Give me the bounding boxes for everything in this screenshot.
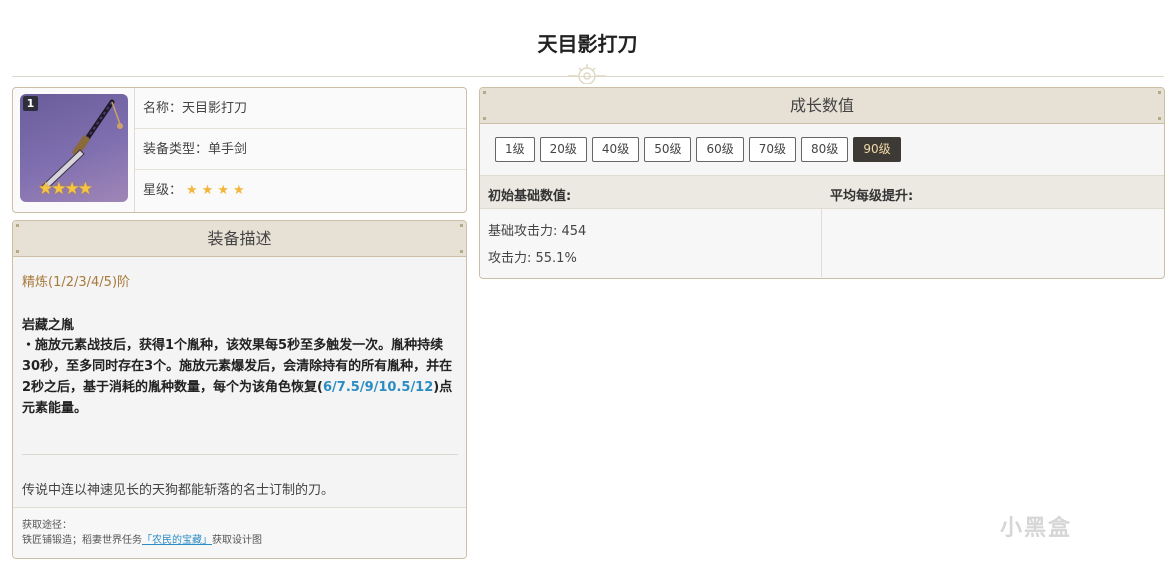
title-ornament-icon (568, 64, 606, 84)
level-tab-60[interactable]: 60级 (696, 137, 744, 162)
description-panel: 装备描述 精炼(1/2/3/4/5)阶 岩藏之胤 ・施放元素战技后，获得1个胤种… (12, 220, 467, 559)
weapon-type-row: 装备类型：单手剑 (135, 129, 466, 170)
stat-table-header: 初始基础数值: 平均每级提升: (480, 176, 1164, 209)
weapon-portrait: 1 ★★★★ (20, 94, 128, 202)
info-rows: 名称：天目影打刀 装备类型：单手剑 星级： ★★★★ (134, 88, 466, 212)
passive-values: 6/7.5/9/10.5/12 (323, 380, 434, 395)
weapon-lore: 传说中连以神速见长的天狗都能斩落的名士订制的刀。 (22, 483, 335, 498)
avg-growth-heading: 平均每级提升: (830, 189, 914, 204)
level-tab-20[interactable]: 20级 (539, 137, 587, 162)
base-attack-stat: 基础攻击力: 454 (488, 224, 587, 239)
rarity-label: 星级： (143, 183, 183, 198)
acquisition-label: 获取途径： (22, 520, 72, 531)
growth-stats-panel: 成长数值 1级 20级 40级 50级 60级 70级 80级 90级 初始基础数值: 平均每… (479, 87, 1165, 279)
weapon-name-row: 名称：天目影打刀 (135, 88, 466, 129)
weapon-rarity-row: 星级： ★★★★ (135, 170, 466, 211)
acquisition-box: 获取途径： 铁匠铺锻造；稻妻世界任务「农民的宝藏」获取设计图 (13, 507, 466, 558)
acquisition-suffix: 获取设计图 (212, 535, 262, 546)
base-stats-heading: 初始基础数值: (488, 189, 572, 204)
description-title: 装备描述 (207, 229, 272, 248)
column-divider (821, 209, 822, 277)
growth-title: 成长数值 (789, 96, 854, 115)
growth-header: 成长数值 (480, 88, 1164, 124)
quest-link[interactable]: 「农民的宝藏」 (142, 535, 212, 546)
rarity-stars: ★★★★ (186, 183, 249, 198)
level-tab-70[interactable]: 70级 (748, 137, 797, 162)
passive-name: 岩藏之胤 (22, 318, 75, 333)
level-tab-40[interactable]: 40级 (591, 137, 640, 162)
watermark: 小黑盒 (1000, 516, 1073, 541)
secondary-stat: 攻击力: 55.1% (488, 251, 577, 266)
description-divider (22, 454, 458, 455)
passive-description: ・施放元素战技后，获得1个胤种，该效果每5秒至多触发一次。胤种持续30秒，至多同… (13, 333, 466, 419)
stat-table-body: 基础攻击力: 454 攻击力: 55.1% (480, 209, 1164, 277)
acquisition-method: 铁匠铺锻造；稻妻世界任务 (22, 535, 142, 546)
page-title: 天目影打刀 (537, 32, 638, 56)
level-tab-90[interactable]: 90级 (853, 137, 901, 162)
level-tab-80[interactable]: 80级 (801, 137, 849, 162)
description-header: 装备描述 (13, 221, 466, 257)
acquisition-text: 铁匠铺锻造；稻妻世界任务「农民的宝藏」获取设计图 (22, 533, 466, 548)
refine-levels: 精炼(1/2/3/4/5)阶 (22, 275, 131, 290)
weapon-info-panel: 1 ★★★★ 名称：天目影打刀 装备类型：单手剑 星级： ★★★★ (12, 87, 467, 213)
level-tab-1[interactable]: 1级 (495, 137, 535, 162)
level-tabs: 1级 20级 40级 50级 60级 70级 80级 90级 (480, 124, 1164, 176)
level-tab-50[interactable]: 50级 (644, 137, 692, 162)
portrait-stars: ★★★★ (38, 179, 93, 199)
